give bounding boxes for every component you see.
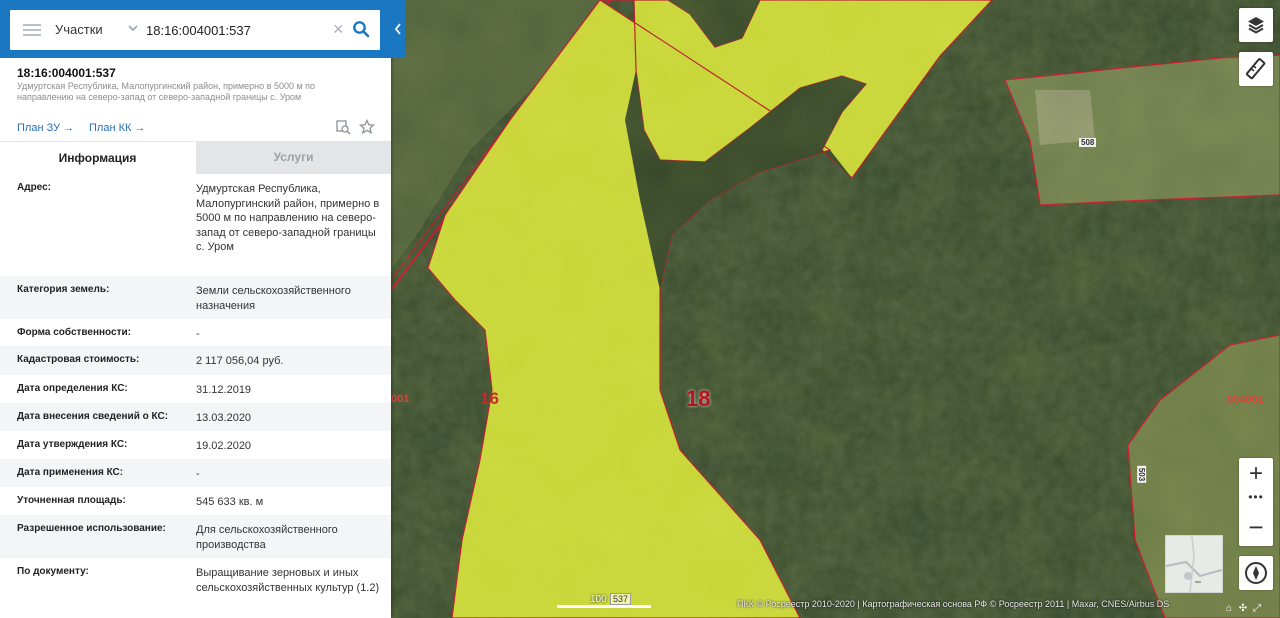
attributes-table: Адрес: Удмуртская Республика, Малопургинс… [0,174,391,618]
table-row: Дата внесения сведений о КС: 13.03.2020 [0,403,391,431]
quarter-label-right[interactable]: 004001 [1227,394,1264,406]
fullscreen-icon[interactable]: ⤢ [1250,603,1264,614]
layers-icon [1248,17,1264,34]
table-row: Форма собственности: - [0,319,391,346]
row-value: Удмуртская Республика, Малопургинский ра… [196,183,380,253]
row-value: 13.03.2020 [196,412,252,424]
arrow-right-icon: → [63,122,75,134]
table-row: Уточненная площадь: 545 633 кв. м [0,487,391,515]
row-value: 31.12.2019 [196,384,252,396]
parcel-short-address: Удмуртская Республика, Малопургинский ра… [17,81,316,102]
row-label: По документу: [17,566,89,577]
arrow-right-icon: → [134,122,146,134]
zoom-controls: + ••• − [1239,458,1273,546]
table-row: Кадастровая стоимость: 2 117 056,04 руб. [0,346,391,375]
plan-zu-label: План ЗУ [17,122,61,134]
tab-bar: Информация Услуги [0,141,391,175]
plan-zu-link[interactable]: План ЗУ → [17,122,74,134]
home-icon[interactable]: ⌂ [1222,603,1236,614]
parcel-number-label[interactable]: 18 [686,386,710,412]
row-label: Дата внесения сведений о КС: [17,411,169,422]
plan-kk-link[interactable]: План КК → [89,122,145,134]
row-label: Дата определения КС: [17,383,128,394]
table-row: Категория земель: Земли сельскохозяйствен… [0,276,391,319]
table-row: Адрес: Удмуртская Республика, Малопургинс… [0,174,391,276]
row-label: Адрес: [17,182,51,193]
quarter-label-left[interactable]: 001 [391,393,409,405]
locate-icon[interactable]: ✣ [1236,603,1250,614]
table-row: Дата определения КС: 31.12.2019 [0,375,391,403]
row-value: - [196,468,200,480]
parcel-label-508[interactable]: 508 [1079,138,1097,147]
row-label: Разрешенное использование: [17,523,166,534]
row-label: Форма собственности: [17,327,131,338]
tab-information[interactable]: Информация [0,141,195,175]
clear-icon[interactable]: × [333,20,347,38]
parcel-number: 18:16:004001:537 [17,66,116,80]
star-icon[interactable] [359,119,375,135]
copy-icon[interactable] [336,120,351,135]
minimap-thumbnail[interactable] [1165,535,1223,593]
zoom-out-button[interactable]: − [1239,512,1273,544]
scale-label: 100 [590,594,607,605]
row-value: 19.02.2020 [196,440,252,452]
plan-kk-label: План КК [89,122,132,134]
row-value: Для сельскохозяйственного производства [196,524,338,551]
chevron-down-icon[interactable] [126,21,140,35]
compass-button[interactable] [1239,556,1273,590]
map-attribution: ПКК © Росреестр 2010-2020 | Картографиче… [737,599,1170,609]
search-type-select[interactable]: Участки [55,22,103,37]
table-row: Дата применения КС: - [0,459,391,487]
compass-icon [1245,562,1267,584]
row-label: Кадастровая стоимость: [17,354,140,365]
row-value: Земли сельскохозяйственного назначения [196,285,351,312]
row-label: Дата применения КС: [17,467,124,478]
row-value: - [196,328,200,340]
table-row: Разрешенное использование: Для сельскохоз… [0,515,391,558]
table-row: По документу: Выращивание зерновых и иных… [0,558,391,618]
tab-services[interactable]: Услуги [196,141,391,174]
row-label: Категория земель: [17,284,110,295]
search-box: Участки × [10,10,380,50]
parcel-label-503[interactable]: 503 [1137,465,1147,484]
table-row: Дата утверждения КС: 19.02.2020 [0,431,391,459]
measure-button[interactable] [1239,52,1273,86]
neighbor-parcel-label[interactable]: 16 [480,389,499,409]
bottom-toolbar: ⌂ ✣ ⤢ [1222,598,1264,616]
layers-button[interactable] [1239,8,1273,42]
row-value: 545 633 кв. м [196,496,264,508]
search-input[interactable] [146,20,328,40]
menu-icon[interactable] [23,22,41,38]
row-value: 2 117 056,04 руб. [196,355,284,367]
row-label: Дата утверждения КС: [17,439,128,450]
search-bar: Участки × [0,0,405,58]
scale-chip: 537 [610,593,632,605]
zoom-more-button[interactable]: ••• [1239,490,1273,510]
row-label: Уточненная площадь: [17,495,126,506]
collapse-icon[interactable] [391,16,405,42]
minimap-icon [1166,536,1222,592]
ruler-icon [1245,58,1266,80]
zoom-in-button[interactable]: + [1239,458,1273,490]
row-value: Выращивание зерновых и иных сельскохозяй… [196,567,380,594]
search-icon[interactable] [352,20,370,38]
scale-bar [557,605,651,608]
